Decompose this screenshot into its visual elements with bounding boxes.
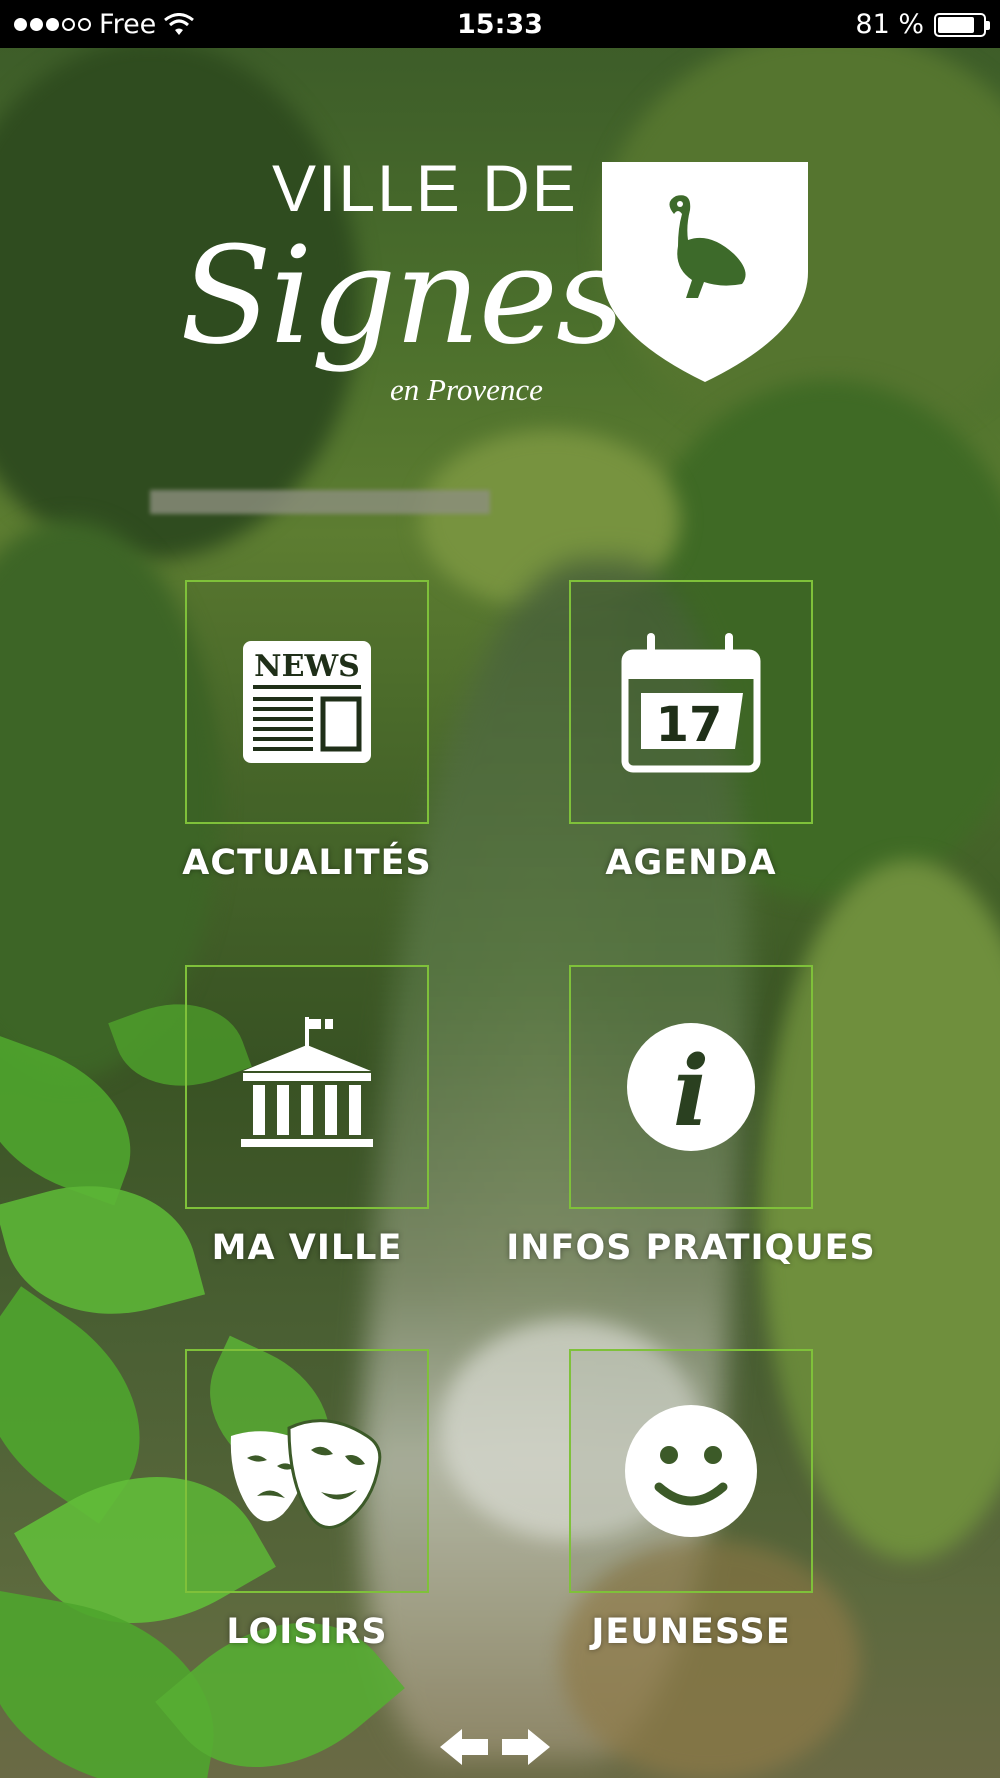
town-hall-icon — [241, 1017, 373, 1147]
battery-icon — [934, 12, 990, 37]
tile-actualites[interactable]: NEWS — [185, 580, 429, 824]
arrow-right-icon[interactable] — [500, 1727, 552, 1767]
logo-line1: VILLE DE — [272, 151, 578, 225]
news-icon-text: NEWS — [254, 649, 360, 684]
label-infos-pratiques[interactable]: INFOS PRATIQUES — [491, 1228, 891, 1268]
status-bar: Free 15:33 81 % — [0, 0, 1000, 48]
battery-percent: 81 % — [855, 9, 924, 40]
tile-jeunesse[interactable] — [569, 1349, 813, 1593]
calendar-icon: 17 — [621, 633, 761, 773]
info-icon: i — [627, 1023, 755, 1151]
logo-subtitle: en Provence — [390, 372, 543, 407]
page-navigation — [438, 1727, 552, 1767]
label-actualites[interactable]: ACTUALITÉS — [107, 843, 507, 883]
label-jeunesse[interactable]: JEUNESSE — [491, 1612, 891, 1652]
news-icon: NEWS — [243, 641, 371, 763]
info-icon-glyph: i — [673, 1035, 709, 1148]
label-agenda[interactable]: AGENDA — [491, 843, 891, 883]
tile-infos-pratiques[interactable]: i — [569, 965, 813, 1209]
swan-shield-icon — [602, 162, 808, 382]
tile-ma-ville[interactable] — [185, 965, 429, 1209]
logo-script: Signes — [180, 218, 625, 374]
theater-masks-icon — [230, 1419, 382, 1529]
tile-agenda[interactable]: 17 — [569, 580, 813, 824]
smiley-icon — [625, 1405, 757, 1537]
clock: 15:33 — [457, 9, 543, 40]
label-ma-ville[interactable]: MA VILLE — [107, 1228, 507, 1268]
arrow-left-icon[interactable] — [438, 1727, 490, 1767]
calendar-day: 17 — [656, 697, 723, 753]
label-loisirs[interactable]: LOISIRS — [107, 1612, 507, 1652]
tile-loisirs[interactable] — [185, 1349, 429, 1593]
